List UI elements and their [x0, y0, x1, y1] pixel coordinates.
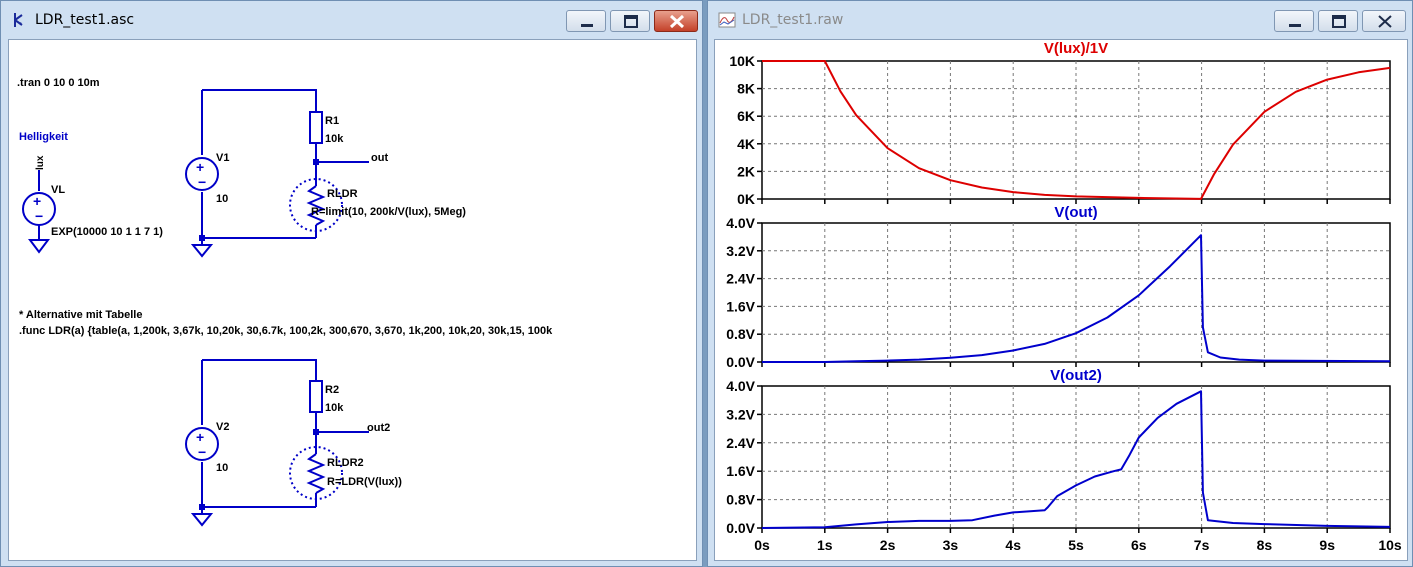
- restore-icon: [624, 15, 638, 28]
- x-tick-label: 6s: [1131, 537, 1147, 553]
- vl-value[interactable]: EXP(10000 10 1 1 7 1): [51, 226, 163, 238]
- x-tick-label: 2s: [880, 537, 896, 553]
- plot-pane-1[interactable]: 10K 8K 6K 4K 2K 0K V(lux)/1V: [729, 40, 1391, 207]
- trace-title[interactable]: V(lux)/1V: [1044, 40, 1108, 57]
- waveform-plots[interactable]: 10K 8K 6K 4K 2K 0K V(lux)/1V 4.0V 3.2V 2.4V 1.6V 0.…: [715, 40, 1409, 562]
- x-tick-label: 1s: [817, 537, 833, 553]
- waveform-canvas[interactable]: 10K 8K 6K 4K 2K 0K V(lux)/1V 4.0V 3.2V 2.4V 1.6V 0.…: [714, 39, 1408, 561]
- comment-line[interactable]: * Alternative mit Tabelle: [19, 309, 142, 321]
- svg-text:+: +: [196, 159, 204, 175]
- r2-value[interactable]: 10k: [325, 402, 344, 414]
- v2-value[interactable]: 10: [216, 462, 228, 474]
- trace-title[interactable]: V(out2): [1050, 367, 1102, 384]
- waveform-titlebar[interactable]: LDR_test1.raw: [708, 1, 1412, 37]
- x-tick-label: 4s: [1005, 537, 1021, 553]
- helligkeit-label[interactable]: Helligkeit: [19, 131, 68, 143]
- out2-net-label[interactable]: out2: [367, 422, 390, 434]
- rldr-name[interactable]: RLDR: [327, 188, 358, 200]
- y-tick-label: 0.0V: [726, 354, 755, 370]
- y-tick-label: 8K: [737, 81, 755, 97]
- v1-name[interactable]: V1: [216, 152, 229, 164]
- minimize-icon: [1289, 24, 1301, 27]
- minimize-button[interactable]: [566, 10, 606, 32]
- schematic-window[interactable]: LDR_test1.asc .tran 0 10 0 10m Helligkei…: [0, 0, 703, 567]
- y-tick-label: 0.0V: [726, 520, 755, 536]
- y-tick-label: 6K: [737, 108, 755, 124]
- svg-text:−: −: [198, 444, 206, 460]
- schematic-canvas[interactable]: .tran 0 10 0 10m Helligkeit lux + − VL E…: [8, 39, 697, 561]
- y-tick-label: 1.6V: [726, 463, 755, 479]
- y-tick-label: 4K: [737, 136, 755, 152]
- x-tick-label: 9s: [1319, 537, 1335, 553]
- rldr-value[interactable]: R=limit(10, 200k/V(lux), 5Meg): [311, 206, 466, 218]
- r2-name[interactable]: R2: [325, 384, 339, 396]
- restore-icon: [1332, 15, 1346, 28]
- svg-text:+: +: [33, 193, 41, 209]
- y-tick-label: 3.2V: [726, 406, 755, 422]
- waveform-file-icon: [718, 12, 736, 28]
- y-tick-label: 3.2V: [726, 243, 755, 259]
- trace-title[interactable]: V(out): [1054, 204, 1097, 221]
- func-directive[interactable]: .func LDR(a) {table(a, 1,200k, 3,67k, 10…: [19, 325, 553, 337]
- plot-pane-2[interactable]: 4.0V 3.2V 2.4V 1.6V 0.8V 0.0V V(out): [726, 204, 1391, 370]
- window-title: LDR_test1.raw: [742, 12, 844, 28]
- restore-button[interactable]: [610, 10, 650, 32]
- svg-text:−: −: [198, 174, 206, 190]
- restore-button[interactable]: [1318, 10, 1358, 32]
- y-tick-label: 2.4V: [726, 271, 755, 287]
- x-tick-label: 7s: [1194, 537, 1210, 553]
- circuit-2: [185, 359, 369, 527]
- lux-net-label: lux: [35, 155, 46, 170]
- circuit-1: [185, 89, 369, 258]
- y-tick-label: 0.8V: [726, 326, 755, 342]
- close-button[interactable]: [1362, 10, 1406, 32]
- svg-text:+: +: [196, 429, 204, 445]
- close-icon: [1378, 15, 1392, 28]
- minimize-button[interactable]: [1274, 10, 1314, 32]
- ltspice-schematic-icon: [14, 13, 23, 27]
- close-icon: [669, 14, 685, 29]
- v1-value[interactable]: 10: [216, 193, 228, 205]
- v2-name[interactable]: V2: [216, 421, 229, 433]
- y-tick-label: 0K: [737, 191, 755, 207]
- x-tick-label: 5s: [1068, 537, 1084, 553]
- y-tick-label: 0.8V: [726, 492, 755, 508]
- svg-text:−: −: [35, 208, 43, 224]
- y-tick-label: 4.0V: [726, 215, 755, 231]
- x-tick-label: 3s: [943, 537, 959, 553]
- y-tick-label: 2K: [737, 163, 755, 179]
- schematic-titlebar[interactable]: LDR_test1.asc: [1, 1, 702, 37]
- window-title: LDR_test1.asc: [35, 12, 135, 28]
- x-tick-label: 10s: [1378, 537, 1402, 553]
- y-tick-label: 1.6V: [726, 298, 755, 314]
- close-button[interactable]: [654, 10, 698, 32]
- y-tick-label: 4.0V: [726, 378, 755, 394]
- waveform-window[interactable]: LDR_test1.raw 10K 8K 6K 4K 2K 0K V(lux)/1V 4.0V…: [707, 0, 1413, 567]
- out-net-label[interactable]: out: [371, 152, 388, 164]
- minimize-icon: [581, 24, 593, 27]
- r1-value[interactable]: 10k: [325, 133, 344, 145]
- x-tick-label: 0s: [754, 537, 770, 553]
- y-tick-label: 10K: [729, 53, 755, 69]
- plot-pane-3[interactable]: 4.0V 3.2V 2.4V 1.6V 0.8V 0.0V0s 1s 2s 3s 4s 5s 6s 7s…: [726, 367, 1402, 553]
- x-tick-label: 8s: [1257, 537, 1273, 553]
- tran-directive[interactable]: .tran 0 10 0 10m: [17, 77, 100, 89]
- r1-name[interactable]: R1: [325, 115, 339, 127]
- y-tick-label: 2.4V: [726, 435, 755, 451]
- rldr2-value[interactable]: R=LDR(V(lux)): [327, 476, 402, 488]
- rldr2-name[interactable]: RLDR2: [327, 457, 364, 469]
- vl-name: VL: [51, 184, 65, 196]
- source-vl[interactable]: lux + − VL EXP(10000 10 1 1 7 1): [22, 155, 163, 254]
